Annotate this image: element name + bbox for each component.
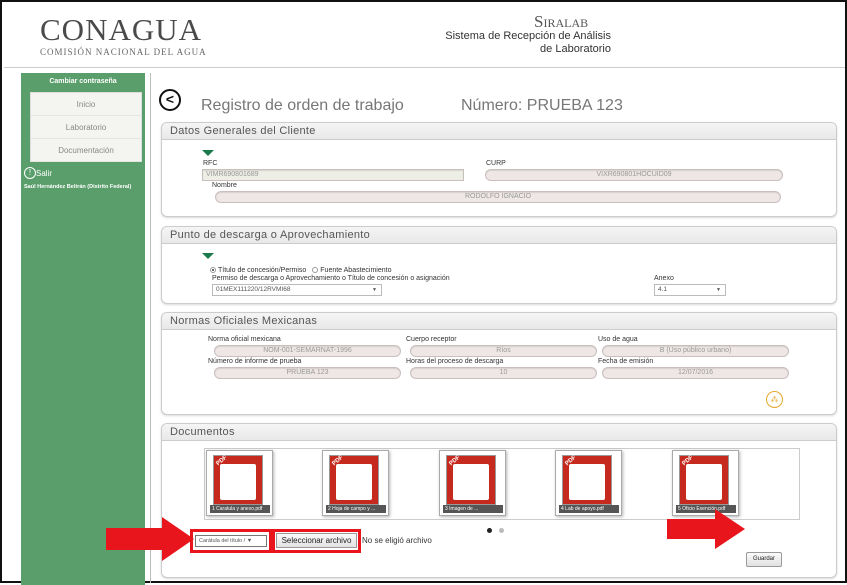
pdf-icon: PDF [679,455,729,505]
informe-label: Número de informe de prueba [208,358,302,365]
norma-field[interactable]: NOM-001-SEMARNAT-1996 [214,345,401,357]
choose-file-button[interactable]: Seleccionar archivo [276,533,357,548]
radio-fuente[interactable] [312,267,319,274]
fecha-field[interactable]: 12/07/2016 [602,367,789,379]
panel-descarga: Punto de descarga o Aprovechamiento Títu… [161,226,837,304]
document-type-value: Carátula del título / ▼ [199,538,253,544]
system-desc-line1: Sistema de Recepción de Análisis [445,30,611,42]
chevron-down-icon: ▼ [372,287,377,293]
sidebar-item-salir[interactable]: ! Salir [21,162,145,186]
uso-label: Uso de agua [598,336,638,343]
document-type-select[interactable]: Carátula del título / ▼ [195,535,267,547]
header: CONAGUA COMISIÓN NACIONAL DEL AGUA Siral… [4,4,845,68]
pdf-file-caption: 2 Hoja de campo y ... [326,505,386,513]
system-name: Siralab [534,12,589,31]
pdf-file-2[interactable]: PDF 2 Hoja de campo y ... [322,450,389,516]
permiso-label: Permiso de descarga o Aprovechamiento o … [212,275,450,282]
power-icon: ! [24,167,36,179]
sidebar-menu: Inicio Laboratorio Documentación [30,92,142,163]
sidebar-exit-label: Salir [36,169,53,178]
sidebar-item-documentacion[interactable]: Documentación [31,139,141,162]
red-arrow-icon [106,517,194,561]
back-arrow-icon[interactable]: < [159,89,181,111]
pdf-icon: PDF [562,455,612,505]
sidebar: Cambiar contraseña Inicio Laboratorio Do… [21,73,145,585]
pdf-file-caption: 1 Caratula y anexo.pdf [210,505,270,513]
pdf-file-3[interactable]: PDF 3 Imagen de ... [439,450,506,516]
window-frame: CONAGUA COMISIÓN NACIONAL DEL AGUA Siral… [0,0,847,585]
logo-title: CONAGUA [40,12,202,47]
chevron-down-icon: ▼ [716,287,721,293]
no-file-text: No se eligió archivo [362,536,432,545]
panel-documentos-heading: Documentos [162,424,836,441]
radio-titulo-label: Título de concesión/Permiso [218,267,307,274]
radio-fuente-label: Fuente Abastecimiento [320,267,392,274]
system-desc-line2: de Laboratorio [540,43,611,55]
pdf-file-4[interactable]: PDF 4 Lab de apoyo.pdf [555,450,622,516]
sidebar-item-laboratorio[interactable]: Laboratorio [31,116,141,139]
pdf-file-5[interactable]: PDF 5 Oficio Exención.pdf [672,450,739,516]
sidebar-item-inicio[interactable]: Inicio [31,93,141,116]
fecha-label: Fecha de emisión [598,358,654,365]
cuerpo-label: Cuerpo receptor [406,336,457,343]
nombre-label: Nombre [212,182,237,189]
permiso-select[interactable]: 01MEX111220/12RVMI68 ▼ [212,284,382,296]
pdf-icon: PDF [446,455,496,505]
anexo-select[interactable]: 4.1 ▼ [654,284,726,296]
save-button[interactable]: Guardar [746,552,782,567]
curp-field[interactable]: VIXR690801HOCUID09 [485,169,783,181]
system-description: Sistema de Recepción de Análisis de Labo… [416,30,611,56]
panel-normas-heading: Normas Oficiales Mexicanas [162,313,836,330]
panel-documentos: Documentos PDF 1 Caratula y anexo.pdf PD… [161,423,837,578]
horas-label: Horas del proceso de descarga [406,358,504,365]
pdf-file-caption: 3 Imagen de ... [443,505,503,513]
panel-descarga-heading: Punto de descarga o Aprovechamiento [162,227,836,244]
anexo-select-value: 4.1 [658,286,668,293]
pdf-file-1[interactable]: PDF 1 Caratula y anexo.pdf [206,450,273,516]
change-password-link[interactable]: Cambiar contraseña [21,73,145,85]
anexo-label: Anexo [654,275,674,282]
cuerpo-field[interactable]: Ríos [410,345,597,357]
uso-field[interactable]: B (Uso público urbano) [602,345,789,357]
nombre-field[interactable]: RODOLFO IGNACIO [215,191,781,203]
horas-field[interactable]: 10 [410,367,597,379]
rfc-field[interactable]: VIMR690801689 [202,169,464,181]
carousel-dot[interactable] [499,528,504,533]
pdf-file-caption: 4 Lab de apoyo.pdf [559,505,619,513]
panel-normas: Normas Oficiales Mexicanas Norma oficial… [161,312,837,415]
carousel-dot-active[interactable] [487,528,492,533]
logo-subtitle: COMISIÓN NACIONAL DEL AGUA [40,47,207,57]
add-parameter-icon[interactable]: ⁂ [766,391,783,408]
radio-titulo[interactable] [210,267,216,274]
panel-cliente-heading: Datos Generales del Cliente [162,123,836,140]
collapse-triangle-icon[interactable] [202,253,214,259]
user-name: Saúl Hernández Beltrán (Distrito Federal… [24,184,132,190]
curp-label: CURP [486,160,506,167]
red-arrow-icon [667,509,745,549]
permiso-select-value: 01MEX111220/12RVMI68 [216,286,291,293]
main-content: < Registro de orden de trabajo Número: P… [150,73,842,583]
pdf-icon: PDF [213,455,263,505]
rfc-label: RFC [203,160,218,167]
radio-group: Título de concesión/Permiso Fuente Abast… [210,267,392,274]
panel-cliente: Datos Generales del Cliente RFC VIMR6908… [161,122,837,217]
collapse-triangle-icon[interactable] [202,150,214,156]
order-number: Número: PRUEBA 123 [461,97,623,114]
norma-label: Norma oficial mexicana [208,336,281,343]
pdf-icon: PDF [329,455,379,505]
informe-field[interactable]: PRUEBA 123 [214,367,401,379]
page-title: Registro de orden de trabajo [201,97,404,114]
